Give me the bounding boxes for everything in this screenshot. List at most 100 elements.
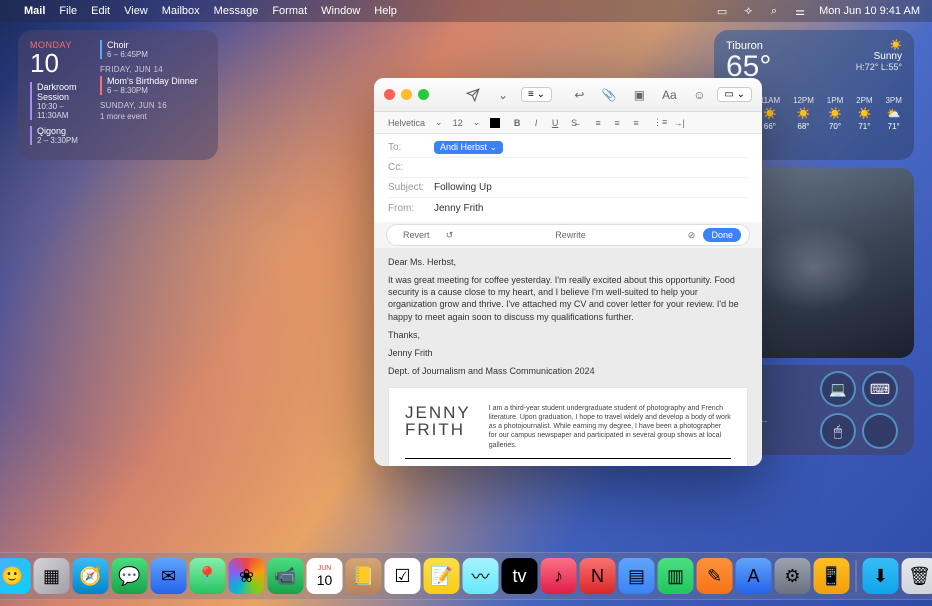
dock-separator: [856, 560, 857, 592]
menu-window[interactable]: Window: [321, 5, 360, 17]
dock-app-calendar[interactable]: JUN10: [307, 558, 343, 594]
calendar-item-title: Mom's Birthday Dinner: [107, 76, 206, 86]
undo-arrow-icon[interactable]: ↺: [444, 229, 456, 241]
rewrite-action-icon[interactable]: ⊘: [685, 229, 697, 241]
font-select-chevron-icon[interactable]: ⌄: [435, 117, 443, 128]
dock-app-contacts[interactable]: 📒: [346, 558, 382, 594]
minimize-button[interactable]: [401, 89, 412, 100]
cc-label: Cc:: [388, 162, 434, 173]
format-text-icon[interactable]: Aa: [657, 85, 681, 105]
from-field[interactable]: Jenny Frith: [434, 203, 483, 214]
italic-button[interactable]: I: [529, 116, 543, 130]
menu-mailbox[interactable]: Mailbox: [162, 5, 200, 17]
dock-app-messages[interactable]: 💬: [112, 558, 148, 594]
from-label: From:: [388, 203, 434, 214]
dock-app-notes[interactable]: 📝: [424, 558, 460, 594]
menu-format[interactable]: Format: [272, 5, 307, 17]
weather-hilo: H:72° L:55°: [856, 62, 902, 72]
dock-app-finder[interactable]: 🙂: [0, 558, 31, 594]
dock-app-music[interactable]: ♪: [541, 558, 577, 594]
menu-view[interactable]: View: [124, 5, 148, 17]
strikethrough-button[interactable]: S̶: [567, 116, 581, 130]
weather-condition: Sunny: [856, 51, 902, 62]
subject-field[interactable]: Following Up: [434, 182, 492, 193]
dock-app-mail[interactable]: ✉: [151, 558, 187, 594]
weather-icon: ☀️: [856, 40, 902, 51]
to-label: To:: [388, 142, 434, 153]
dock-app-facetime[interactable]: 📹: [268, 558, 304, 594]
calendar-item-title: Choir: [107, 40, 206, 50]
dock-trash[interactable]: 🗑: [902, 558, 932, 594]
emoji-icon[interactable]: ☺: [687, 85, 711, 105]
menu-app[interactable]: Mail: [24, 5, 45, 17]
align-left-icon[interactable]: ≡: [591, 116, 605, 130]
photo-browser-icon[interactable]: ▣: [627, 85, 651, 105]
calendar-item-time: 6 – 6:45PM: [107, 50, 206, 59]
dock-app-freeform[interactable]: 〰: [463, 558, 499, 594]
wifi-icon[interactable]: ⟢: [741, 4, 755, 18]
device-circle-laptop-icon: 💻: [820, 371, 856, 407]
dock-app-appstore[interactable]: A: [736, 558, 772, 594]
battery-icon[interactable]: ▭: [715, 4, 729, 18]
calendar-section-header: SUNDAY, JUN 16: [100, 101, 206, 110]
chevron-down-icon[interactable]: ⌄: [491, 85, 515, 105]
close-button[interactable]: [384, 89, 395, 100]
weather-hour: 3PM⛅71°: [885, 96, 901, 131]
weather-hour: 12PM☀️68°: [793, 96, 814, 131]
markup-dropdown[interactable]: ▭ ⌄: [717, 87, 752, 102]
body-paragraph: It was great meeting for coffee yesterda…: [388, 274, 748, 323]
header-fields-dropdown[interactable]: ≡ ⌄: [521, 87, 552, 102]
align-right-icon[interactable]: ≡: [629, 116, 643, 130]
dock-app-maps[interactable]: 📍: [190, 558, 226, 594]
menu-edit[interactable]: Edit: [91, 5, 110, 17]
menu-help[interactable]: Help: [374, 5, 397, 17]
calendar-widget[interactable]: MONDAY 10 Darkroom Session 10:30 – 11:30…: [18, 30, 218, 160]
underline-button[interactable]: U: [548, 116, 562, 130]
attachment-name-last: FRITH: [405, 421, 471, 438]
dock-app-numbers[interactable]: ▥: [658, 558, 694, 594]
dock-app-settings[interactable]: ⚙: [775, 558, 811, 594]
attachment-preview: JENNY FRITH I am a third-year student un…: [388, 387, 748, 466]
weather-hour: 1PM☀️70°: [827, 96, 843, 131]
reply-icon[interactable]: ↩: [567, 85, 591, 105]
calendar-event-time: 2 – 3:30PM: [37, 136, 90, 145]
dock-app-tv[interactable]: tv: [502, 558, 538, 594]
weather-hour: 2PM☀️71°: [856, 96, 872, 131]
bold-button[interactable]: B: [510, 116, 524, 130]
menu-file[interactable]: File: [59, 5, 77, 17]
calendar-more-events: 1 more event: [100, 112, 206, 121]
dock-app-keynote[interactable]: ▤: [619, 558, 655, 594]
text-color-picker[interactable]: [490, 118, 500, 128]
device-circle-empty: [862, 413, 898, 449]
align-center-icon[interactable]: ≡: [610, 116, 624, 130]
send-button[interactable]: [461, 85, 485, 105]
mail-body[interactable]: Dear Ms. Herbst, It was great meeting fo…: [374, 248, 762, 466]
to-recipient-token[interactable]: Andi Herbst ⌄: [434, 141, 503, 154]
search-icon[interactable]: ⌕: [767, 4, 781, 18]
font-select[interactable]: Helvetica: [388, 118, 425, 128]
size-select-chevron-icon[interactable]: ⌄: [473, 117, 481, 128]
dock-app-photos[interactable]: ❀: [229, 558, 265, 594]
zoom-button[interactable]: [418, 89, 429, 100]
calendar-event-title: Darkroom Session: [37, 82, 90, 102]
menu-message[interactable]: Message: [214, 5, 259, 17]
menubar-datetime[interactable]: Mon Jun 10 9:41 AM: [819, 5, 920, 17]
dock-app-pages[interactable]: ✎: [697, 558, 733, 594]
dock-app-safari[interactable]: 🧭: [73, 558, 109, 594]
dock-app-reminders[interactable]: ☑: [385, 558, 421, 594]
font-size-select[interactable]: 12: [453, 118, 463, 128]
list-button[interactable]: ⋮≡: [653, 116, 667, 130]
indent-button[interactable]: →|: [672, 116, 686, 130]
attach-icon[interactable]: 📎: [597, 85, 621, 105]
dock-app-iphone-mirror[interactable]: 📱: [814, 558, 850, 594]
dock-app-launchpad[interactable]: ▦: [34, 558, 70, 594]
body-greeting: Dear Ms. Herbst,: [388, 256, 748, 268]
dock-downloads[interactable]: ⬇: [863, 558, 899, 594]
attachment-bio: I am a third-year student undergraduate …: [489, 404, 731, 449]
rewrite-title: Rewrite: [462, 230, 680, 240]
revert-button[interactable]: Revert: [395, 228, 438, 242]
control-center-icon[interactable]: ⚌: [793, 4, 807, 18]
window-titlebar[interactable]: ⌄ ≡ ⌄ ↩ 📎 ▣ Aa ☺ ▭ ⌄: [374, 78, 762, 112]
dock-app-news[interactable]: N: [580, 558, 616, 594]
done-button[interactable]: Done: [703, 228, 741, 242]
